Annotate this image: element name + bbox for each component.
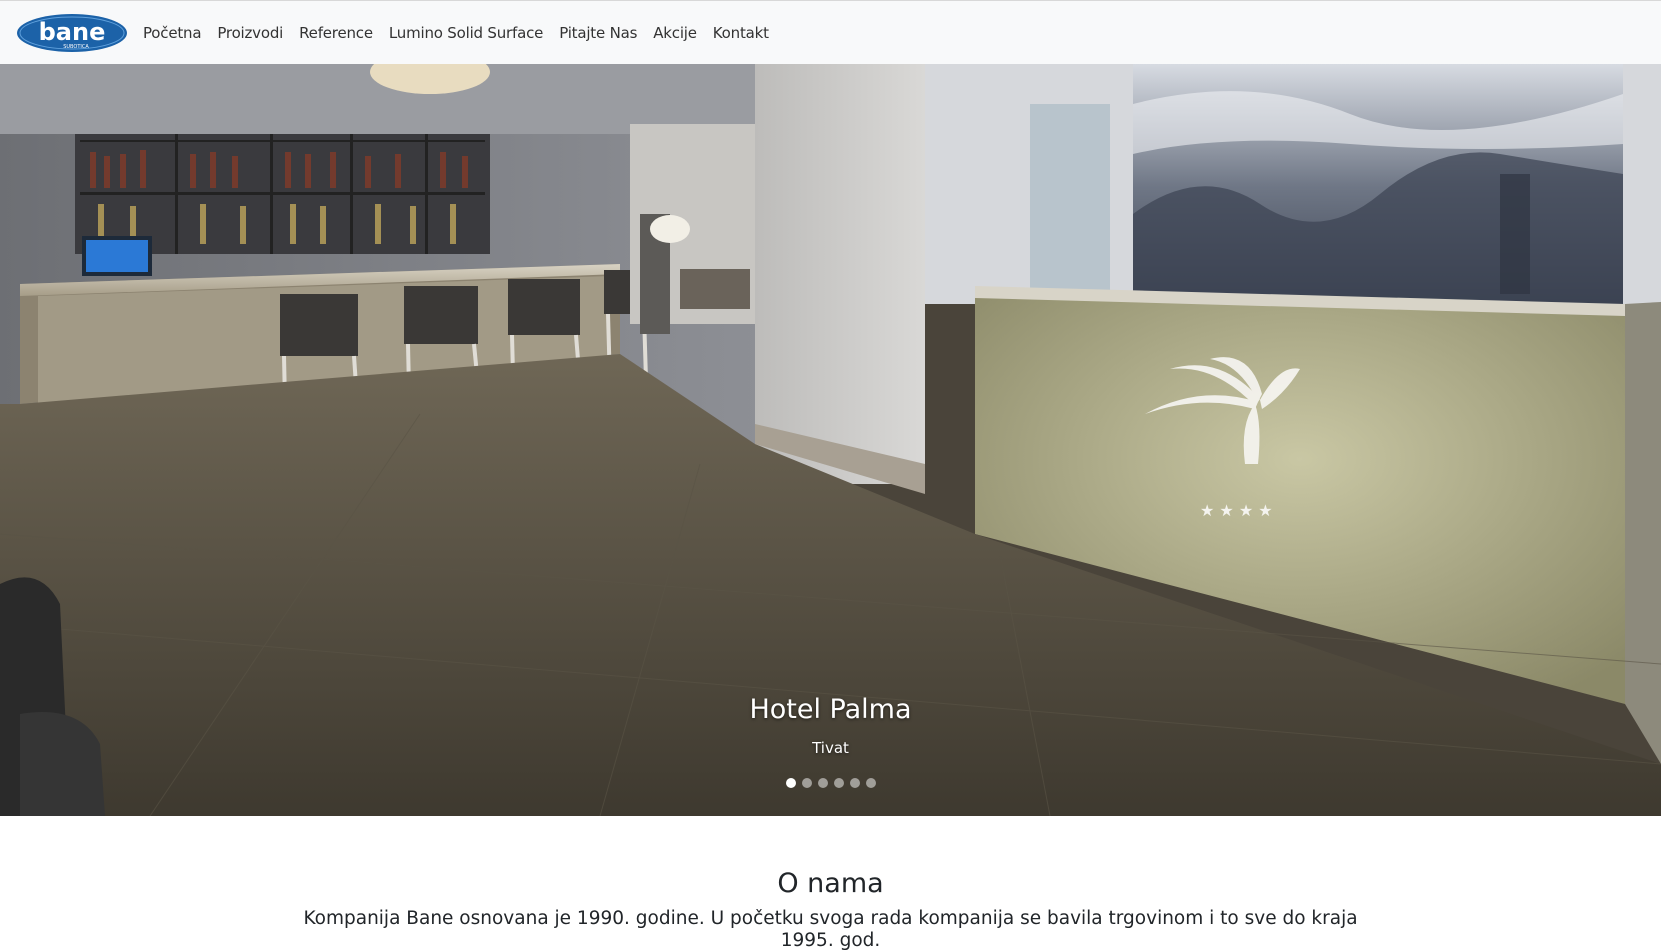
about-title: O nama (777, 868, 884, 899)
navbar: bane SUBOTICA Početna Proizvodi Referenc… (0, 0, 1661, 64)
hero-carousel[interactable]: ★ ★ ★ ★ Hotel Palma Tivat (0, 64, 1661, 816)
carousel-indicator[interactable] (865, 778, 876, 788)
carousel-indicator[interactable] (849, 778, 860, 788)
nav-item-pitajte-nas[interactable]: Pitajte Nas (559, 24, 637, 42)
carousel-indicators (0, 778, 1661, 788)
carousel-caption-subtitle: Tivat (812, 739, 849, 757)
carousel-indicator[interactable] (817, 778, 828, 788)
nav-item-kontakt[interactable]: Kontakt (713, 24, 769, 42)
brand-logo[interactable]: bane SUBOTICA (16, 13, 128, 53)
nav-item-proizvodi[interactable]: Proizvodi (217, 24, 283, 42)
nav-item-akcije[interactable]: Akcije (653, 24, 697, 42)
nav-item-reference[interactable]: Reference (299, 24, 373, 42)
bane-logo-icon: bane SUBOTICA (17, 14, 127, 52)
logo-text: bane (39, 18, 106, 46)
carousel-indicator[interactable] (785, 778, 796, 788)
logo-subtext: SUBOTICA (63, 44, 89, 50)
svg-text:★ ★ ★ ★: ★ ★ ★ ★ (1200, 501, 1273, 520)
about-text: Kompanija Bane osnovana je 1990. godine.… (303, 908, 1358, 951)
carousel-indicator[interactable] (801, 778, 812, 788)
nav-item-lumino-solid-surface[interactable]: Lumino Solid Surface (389, 24, 544, 42)
main-nav: Početna Proizvodi Reference Lumino Solid… (143, 1, 785, 65)
nav-item-pocetna[interactable]: Početna (143, 24, 202, 42)
carousel-caption-title: Hotel Palma (749, 694, 912, 725)
carousel-indicator[interactable] (833, 778, 844, 788)
